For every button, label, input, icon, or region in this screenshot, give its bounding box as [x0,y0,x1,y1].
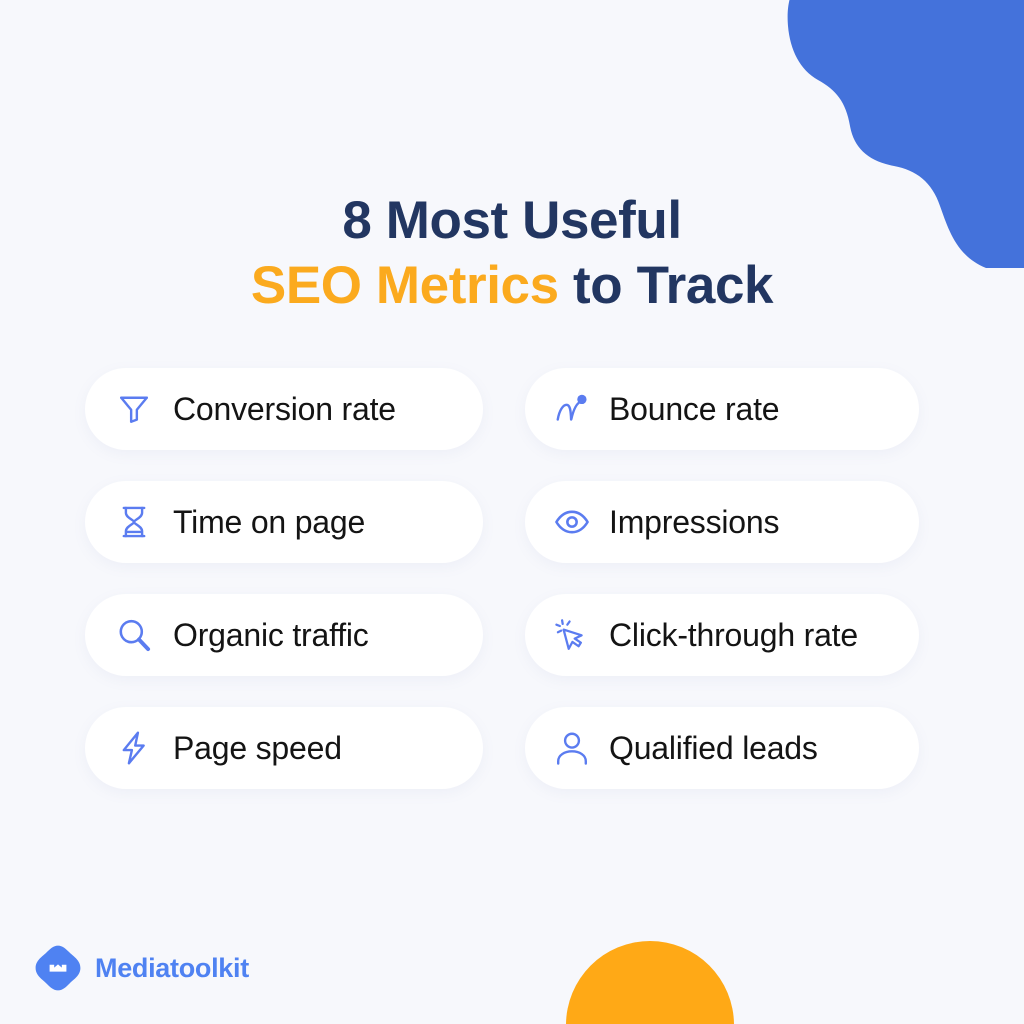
metric-label: Impressions [609,504,780,540]
page-title: 8 Most Useful SEO Metrics to Track [0,188,1024,318]
metric-card-qualified-leads[interactable]: Qualified leads [525,707,919,789]
metric-card-time-on-page[interactable]: Time on page [85,481,483,563]
hourglass-icon [111,499,157,545]
bounce-curve-icon [549,386,595,432]
metrics-row: Page speed Qualified leads [85,707,919,789]
metric-label: Time on page [173,504,366,540]
title-accent-seo-metrics: SEO Metrics [250,255,559,315]
metric-card-page-speed[interactable]: Page speed [85,707,483,789]
title-line-2-rest: to Track [558,255,774,315]
funnel-icon [111,386,157,432]
title-line-1: 8 Most Useful [342,190,682,250]
orange-circle [566,941,734,1024]
metrics-row: Time on page Impressions [85,481,919,563]
mediatoolkit-logo-icon [35,945,81,991]
lightning-bolt-icon [111,725,157,771]
metrics-row: Organic traffic Click-through rate [85,594,919,676]
metric-card-organic-traffic[interactable]: Organic traffic [85,594,483,676]
metric-card-bounce-rate[interactable]: Bounce rate [525,368,919,450]
metrics-grid: Conversion rate Bounce rate Time on page… [85,368,919,789]
metric-label: Page speed [173,730,342,766]
metric-card-conversion-rate[interactable]: Conversion rate [85,368,483,450]
cursor-click-icon [549,612,595,658]
infographic-poster: 8 Most Useful SEO Metrics to Track Conve… [0,0,1024,1024]
magnifier-icon [111,612,157,658]
metric-card-impressions[interactable]: Impressions [525,481,919,563]
person-icon [549,725,595,771]
metric-label: Conversion rate [173,391,396,427]
metric-label: Organic traffic [173,617,369,653]
metric-label: Qualified leads [609,730,818,766]
brand-logo[interactable]: Mediatoolkit [35,945,249,991]
metric-label: Click-through rate [609,617,858,653]
metrics-row: Conversion rate Bounce rate [85,368,919,450]
eye-icon [549,499,595,545]
metric-label: Bounce rate [609,391,780,427]
metric-card-click-through-rate[interactable]: Click-through rate [525,594,919,676]
brand-name: Mediatoolkit [95,952,249,983]
